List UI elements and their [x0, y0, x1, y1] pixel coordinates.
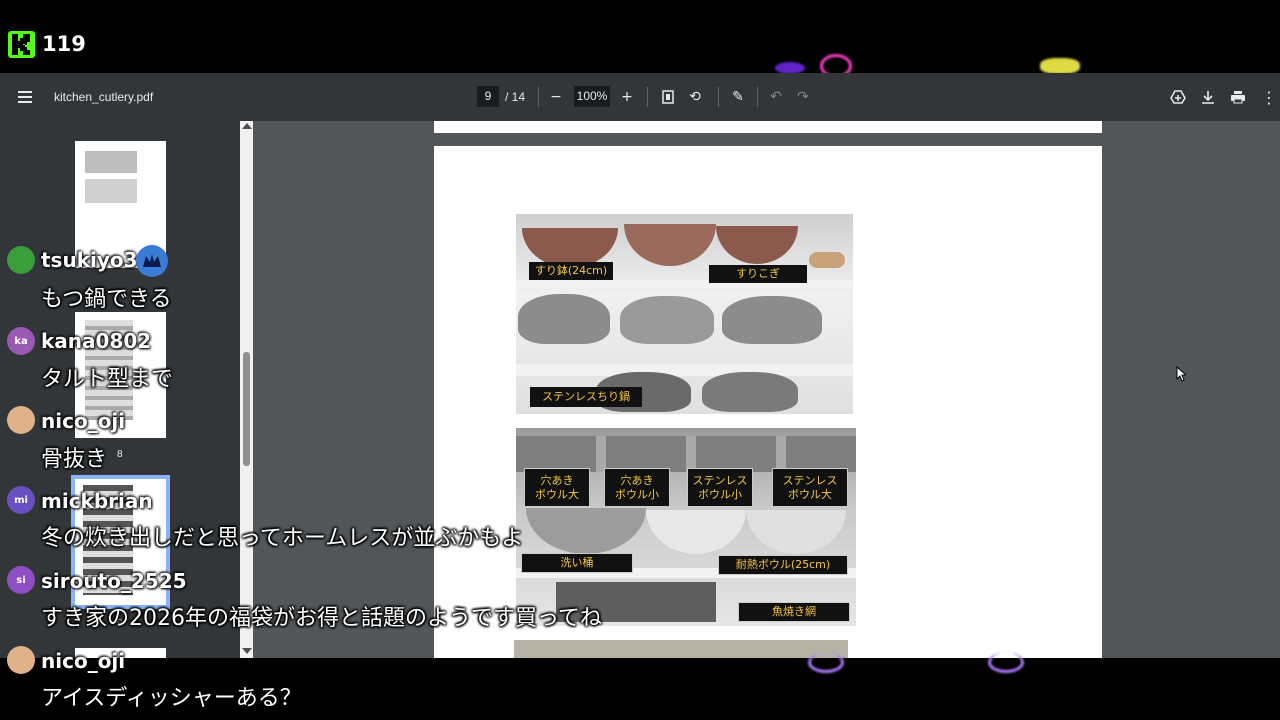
drive-add-icon[interactable]	[1168, 87, 1188, 107]
kitchen-shelf-photo: すり鉢(24cm) すりこぎ ステンレスちり鍋	[516, 214, 853, 414]
sidebar-scrollbar-thumb[interactable]	[243, 352, 250, 466]
label-heat-bowl: 耐熱ボウル(25cm)	[718, 555, 848, 575]
chat-username: nico_oji	[41, 649, 126, 673]
neon-decoration	[988, 652, 1024, 673]
label-suribachi: すり鉢(24cm)	[529, 262, 613, 280]
chat-message: すき家の2026年の福袋がお得と話題のようです買ってね	[41, 606, 602, 631]
avatar: si	[7, 566, 35, 594]
avatar	[7, 646, 35, 674]
label-chirinabe: ステンレスちり鍋	[530, 387, 642, 407]
download-icon[interactable]	[1198, 87, 1218, 107]
menu-icon[interactable]	[18, 88, 36, 106]
chat-username: tsukiyo3	[41, 248, 138, 272]
avatar	[7, 246, 35, 274]
fit-page-icon[interactable]	[658, 87, 678, 107]
chat-message: アイスディッシャーある？	[41, 686, 302, 711]
pdf-page: すり鉢(24cm) すりこぎ ステンレスちり鍋 穴あき ボウル大 穴あき ボウル小 …	[434, 146, 1102, 658]
zoom-out-icon[interactable]: −	[546, 87, 566, 107]
neon-decoration	[1040, 58, 1080, 74]
chat-username: sirouto_2525	[41, 569, 187, 593]
kitchen-shelf-photo	[514, 640, 848, 658]
zoom-in-icon[interactable]: +	[617, 87, 637, 107]
thumbnail-page-number: 8	[117, 449, 123, 460]
chat-message: タルト型まで	[41, 367, 174, 392]
label-bowl-holed-small: 穴あき ボウル小	[604, 468, 670, 507]
avatar	[7, 406, 35, 434]
label-araioke: 洗い桶	[521, 553, 633, 573]
chat-message: 冬の炊き出しだと思ってホームレスが並ぶかもよ	[41, 526, 524, 551]
neon-decoration	[808, 652, 844, 673]
toolbar-divider	[718, 87, 719, 107]
page-total: / 14	[505, 90, 526, 104]
verified-badge-icon	[136, 245, 168, 277]
kitchen-shelf-photo: 穴あき ボウル大 穴あき ボウル小 ステンレス ボウル小 ステンレス ボウル大 洗い桶 …	[516, 428, 856, 626]
rotate-icon[interactable]: ⟲	[685, 87, 705, 107]
toolbar-divider	[538, 87, 539, 107]
label-bowl-holed-large: 穴あき ボウル大	[524, 468, 590, 507]
pdf-page-previous	[434, 121, 1102, 133]
toolbar-divider	[647, 87, 648, 107]
print-icon[interactable]	[1228, 87, 1248, 107]
zoom-input[interactable]: 100%	[574, 86, 610, 107]
kick-logo-icon	[8, 31, 35, 58]
label-fish-grill: 魚焼き網	[738, 602, 850, 622]
annotate-icon[interactable]: ✎	[728, 87, 748, 107]
chat-username: mickbrian	[41, 489, 153, 513]
pdf-viewer[interactable]: すり鉢(24cm) すりこぎ ステンレスちり鍋 穴あき ボウル大 穴あき ボウル小 …	[253, 121, 1280, 658]
page-number-input[interactable]: 9	[477, 86, 499, 107]
chat-message: もつ鍋できる	[41, 287, 172, 312]
scroll-up-icon[interactable]	[242, 123, 252, 129]
pdf-toolbar: kitchen_cutlery.pdf 9 / 14 − 100% + ⟲ ✎ …	[0, 73, 1280, 121]
undo-icon[interactable]: ↶	[766, 87, 786, 107]
mouse-cursor-icon	[1176, 365, 1188, 386]
chat-username: kana0802	[41, 329, 152, 353]
scroll-down-icon[interactable]	[242, 648, 252, 654]
label-bowl-steel-small: ステンレス ボウル小	[687, 468, 753, 507]
document-title: kitchen_cutlery.pdf	[54, 90, 154, 104]
toolbar-divider	[757, 87, 758, 107]
label-surikogi: すりこぎ	[709, 265, 807, 283]
label-bowl-steel-large: ステンレス ボウル大	[772, 468, 848, 507]
avatar: ka	[7, 327, 35, 355]
chat-username: nico_oji	[41, 409, 126, 433]
chat-message: 骨抜き	[41, 447, 108, 472]
redo-icon[interactable]: ↷	[793, 87, 813, 107]
viewer-count: 119	[42, 32, 86, 56]
more-vert-icon[interactable]: ⋮	[1259, 87, 1279, 107]
avatar: mi	[7, 486, 35, 514]
